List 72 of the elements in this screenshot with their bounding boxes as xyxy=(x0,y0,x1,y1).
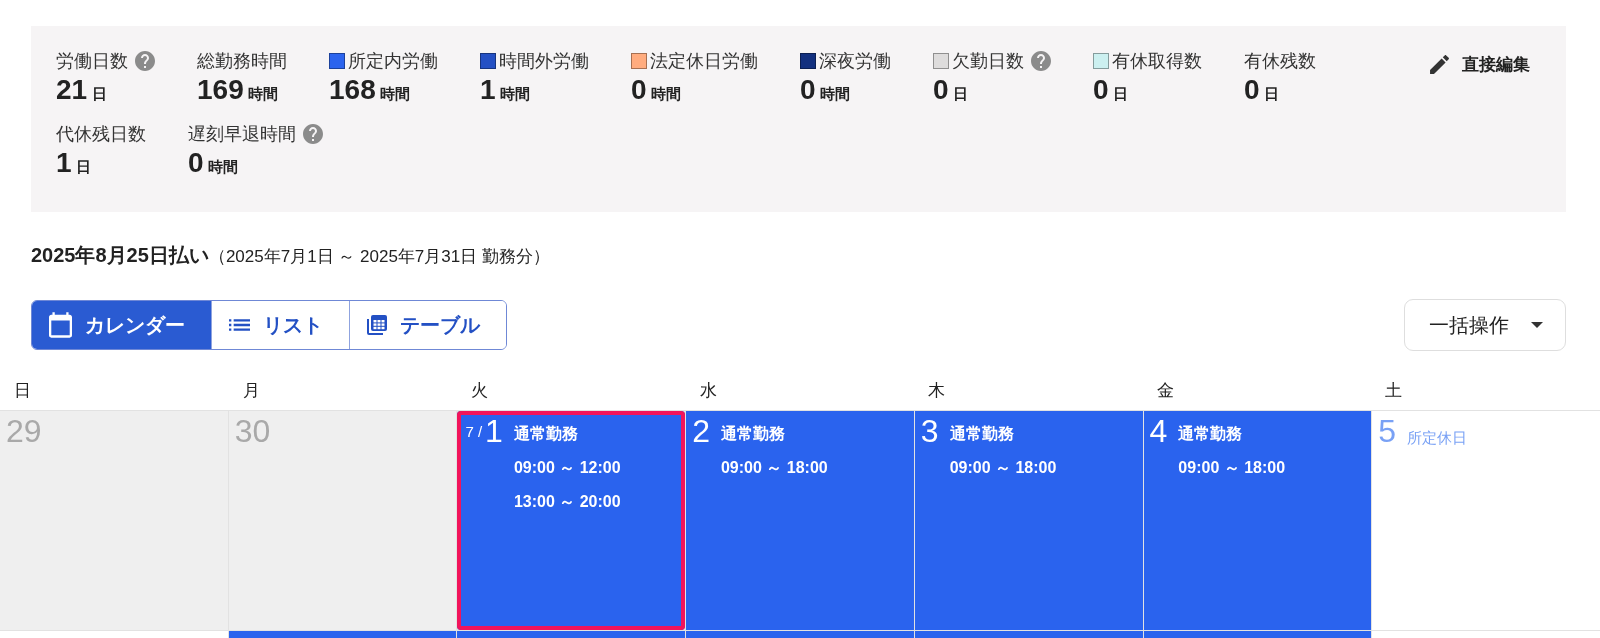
stat-value: 168 時間 xyxy=(329,73,412,107)
stat-value: 0 日 xyxy=(933,73,970,107)
day-cell[interactable]: 2 通常勤務 09:00 ～ 18:00 xyxy=(686,411,914,630)
help-icon[interactable] xyxy=(1031,51,1051,71)
list-icon xyxy=(229,319,250,331)
day-number: 30 xyxy=(234,413,271,449)
direct-edit-button[interactable]: 直接編集 xyxy=(1430,49,1530,79)
day-cell[interactable]: 4 通常勤務 09:00 ～ 18:00 xyxy=(1143,411,1372,630)
work-period-range: （2025年7月1日 ～ 2025年7月31日 勤務分） xyxy=(208,247,550,266)
weekday-label: 金 xyxy=(1156,380,1174,402)
stat-value: 0 時間 xyxy=(188,146,240,180)
stat-value: 1 時間 xyxy=(480,73,532,107)
view-tab[interactable]: カレンダー xyxy=(32,301,211,349)
shift-time: 09:00 ～ 18:00 xyxy=(1178,458,1286,478)
day-cell[interactable] xyxy=(457,631,686,638)
day-number: 4 xyxy=(1149,413,1168,449)
stat-label: 有休残数 xyxy=(1244,50,1316,73)
stat-label: 有休取得数 xyxy=(1112,50,1202,73)
weekday-label: 月 xyxy=(242,380,260,402)
stat-label: 時間外労働 xyxy=(499,50,589,73)
pencil-icon xyxy=(1430,54,1449,74)
day-number: 2 xyxy=(692,413,710,449)
shift-time: 09:00 ～ 12:00 xyxy=(513,458,621,478)
stat-label: 代休残日数 xyxy=(56,123,146,146)
weekday-label: 水 xyxy=(699,380,717,402)
stat-value: 0 時間 xyxy=(800,73,852,107)
day-type-label: 所定休日 xyxy=(1407,428,1468,448)
stat-label: 総勤務時間 xyxy=(197,50,287,73)
day-number: 3 xyxy=(920,413,939,449)
stat-value: 1 日 xyxy=(56,146,93,180)
stat-value: 169 時間 xyxy=(197,73,280,107)
view-tab[interactable]: テーブル xyxy=(349,301,506,349)
day-number: 5 xyxy=(1378,413,1397,449)
day-type-label: 通常勤務 xyxy=(1178,424,1244,444)
shift-time: 09:00 ～ 18:00 xyxy=(720,458,828,478)
day-cell[interactable] xyxy=(686,631,914,638)
calendar-icon xyxy=(49,312,72,338)
day-cell[interactable] xyxy=(1372,631,1600,638)
day-type-label: 通常勤務 xyxy=(949,424,1015,444)
stat-label: 法定休日労働 xyxy=(650,50,758,73)
day-cell[interactable] xyxy=(914,631,1143,638)
stat-value: 0 日 xyxy=(1244,73,1281,107)
stat-value: 0 時間 xyxy=(631,73,683,107)
weekday-label: 土 xyxy=(1385,380,1403,402)
day-cell[interactable] xyxy=(228,631,457,638)
day-number: 29 xyxy=(6,413,42,449)
bulk-action-button[interactable]: 一括操作 xyxy=(1404,299,1566,351)
stat-label: 遅刻早退時間 xyxy=(188,123,296,146)
shift-time: 13:00 ～ 20:00 xyxy=(513,492,621,512)
weekday-label: 木 xyxy=(928,380,946,402)
shift-time: 09:00 ～ 18:00 xyxy=(949,458,1057,478)
day-cell[interactable]: 3 通常勤務 09:00 ～ 18:00 xyxy=(914,411,1143,630)
table-icon xyxy=(367,315,387,335)
day-type-label: 通常勤務 xyxy=(513,424,579,444)
day-type-label: 通常勤務 xyxy=(720,424,786,444)
weekday-label: 日 xyxy=(14,380,31,402)
pay-date-title: 2025年8月25日払い xyxy=(31,244,209,266)
stat-label: 労働日数 xyxy=(56,50,128,73)
stat-label: 深夜労働 xyxy=(819,50,891,73)
stat-label: 所定内労働 xyxy=(348,50,438,73)
help-icon[interactable] xyxy=(303,124,323,144)
day-cell[interactable] xyxy=(1143,631,1372,638)
help-icon[interactable] xyxy=(135,51,155,71)
month-label: 7 / xyxy=(465,423,483,441)
day-cell[interactable] xyxy=(0,631,228,638)
stat-value: 0 日 xyxy=(1093,73,1130,107)
stat-label: 欠勤日数 xyxy=(952,50,1024,73)
stat-value: 21 日 xyxy=(56,73,108,107)
weekday-label: 火 xyxy=(471,380,489,402)
day-number: 1 xyxy=(485,413,503,449)
day-cell[interactable]: 5 所定休日 xyxy=(1372,411,1600,630)
caret-icon xyxy=(1531,322,1543,328)
